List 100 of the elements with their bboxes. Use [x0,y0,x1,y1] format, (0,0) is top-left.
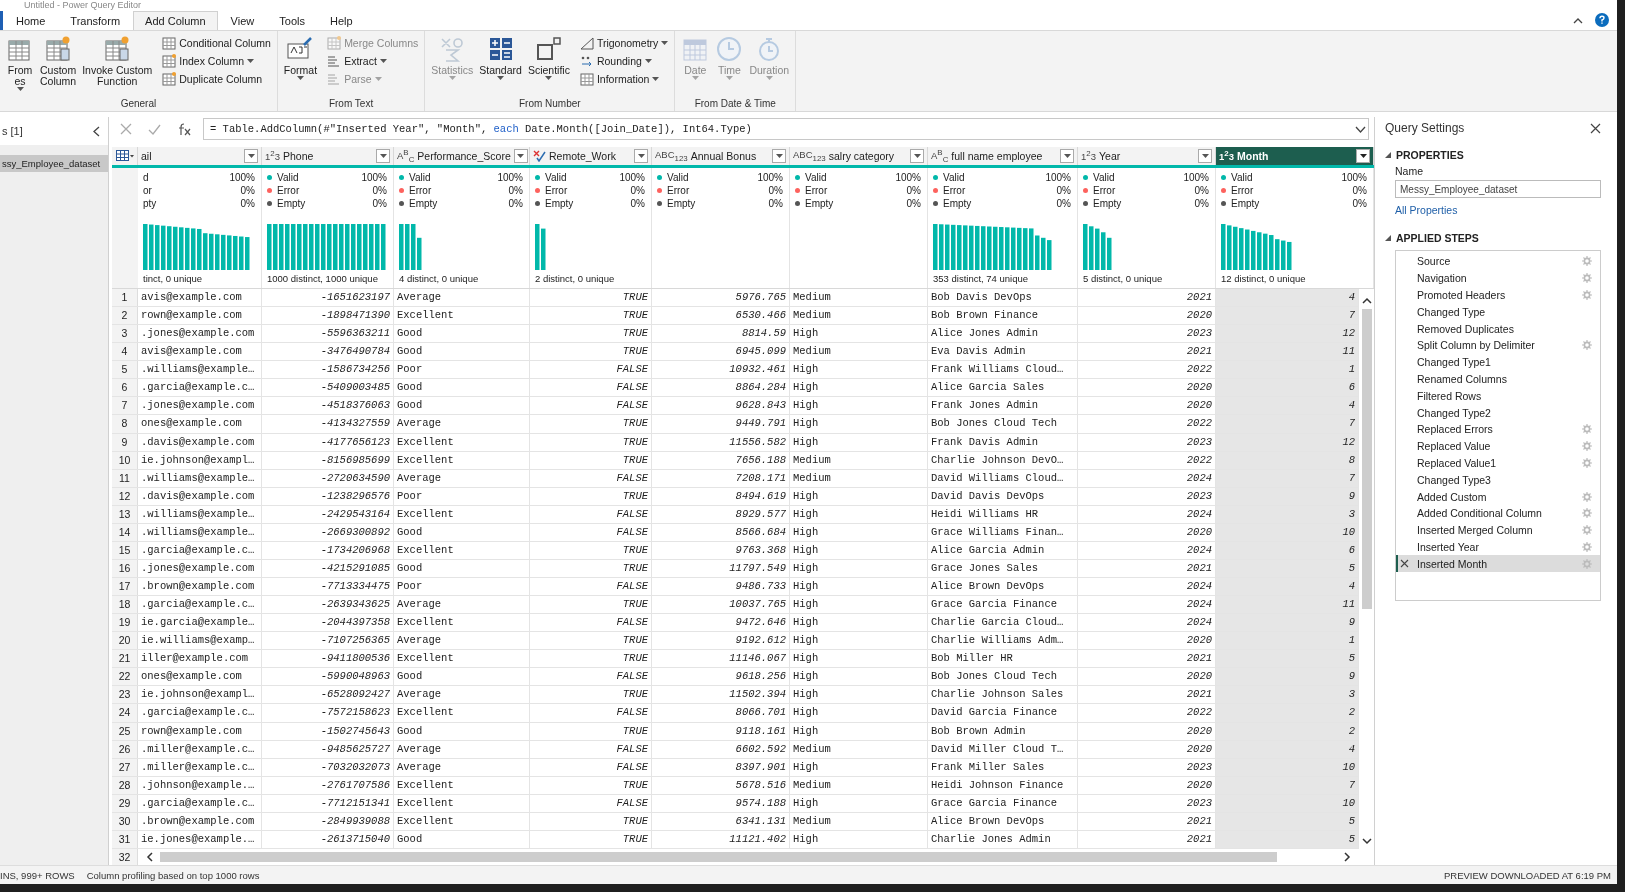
table-cell: -9411800536 [262,650,394,668]
table-cell: High [790,758,928,776]
applied-step[interactable]: Changed Type2 [1396,404,1600,421]
ribbon-button[interactable]: From es [4,35,36,98]
table-cell: 9449.791 [652,415,790,433]
table-cell: Medium [790,343,928,361]
applied-step[interactable]: Changed Type [1396,303,1600,321]
ribbon-tab[interactable]: Transform [58,11,133,30]
ribbon-button[interactable]: Invoke Custom Function [80,35,155,98]
ribbon-button[interactable]: Scientific [525,35,572,98]
applied-step[interactable]: Promoted Headers [1396,286,1600,304]
table-cell: 5678.516 [652,776,790,794]
table-cell: David Miller Cloud T… [928,740,1078,758]
table-cell: 4 [1216,578,1359,596]
stat-label: Valid [409,172,432,183]
row-number: 22 [112,668,138,686]
table-cell: .jones@example.com [138,397,262,415]
applied-step[interactable]: Changed Type3 [1396,471,1600,489]
formula-field[interactable]: = Table.AddColumn(#"Inserted Year", "Month", each Date.Month([Join_Date]), Int64.Type) [203,118,1369,140]
table-cell: .garcia@example.c… [138,596,262,614]
table-cell: Good [394,830,530,848]
applied-step[interactable]: Added Conditional Column [1396,504,1600,522]
table-cell: Frank Williams Cloud… [928,361,1078,379]
table-cell: .davis@example.com [138,487,262,505]
table-cell: FALSE [530,740,652,758]
ribbon-button[interactable]: Standard [477,35,524,98]
applied-step[interactable]: Split Column by Delimiter [1396,337,1600,354]
ribbon-button[interactable]: Conditional Column [160,35,273,51]
table-cell: .garcia@example.c… [138,704,262,722]
table-cell: Good [394,722,530,740]
row-number: 4 [112,343,138,361]
table-cell: TRUE [530,776,652,794]
applied-step[interactable]: Replaced Errors [1396,420,1600,438]
table-cell: High [790,704,928,722]
ribbon-tab[interactable]: View [218,11,267,30]
applied-step[interactable]: Inserted Month [1396,555,1600,573]
ribbon-tab[interactable]: Help [317,11,365,30]
table-cell: Charlie Johnson Sales [928,686,1078,704]
ribbon-button[interactable]: Rounding [577,53,671,69]
table-cell: Excellent [394,650,530,668]
applied-step[interactable]: Renamed Columns [1396,370,1600,388]
table-cell: avis@example.com [138,289,262,307]
ribbon-tab[interactable]: Tools [267,11,317,30]
table-cell: Good [394,668,530,686]
applied-step[interactable]: Changed Type1 [1396,353,1600,371]
applied-step[interactable]: Inserted Merged Column [1396,521,1600,539]
applied-step[interactable]: Replaced Value1 [1396,454,1600,472]
column-name: Phone [283,150,315,162]
all-properties-link[interactable]: All Properties [1395,204,1617,216]
applied-step[interactable]: Filtered Rows [1396,387,1600,405]
column-name: Performance_Score [417,150,511,162]
ribbon-button[interactable]: Extract [325,53,421,69]
table-cell: 12 [1216,325,1359,343]
table-cell: FALSE [530,469,652,487]
table-cell: 9486.733 [652,578,790,596]
table-cell: 4 [1216,397,1359,415]
stat-label: Empty [545,198,575,209]
table-cell: Excellent [394,794,530,812]
table-cell: FALSE [530,361,652,379]
applied-step[interactable]: Inserted Year [1396,538,1600,556]
column-name: Remote_Work [549,150,617,162]
applied-step[interactable]: Source [1396,253,1600,270]
stat-label: Error [1093,185,1117,196]
table-cell: Alice Brown DevOps [928,812,1078,830]
table-cell: TRUE [530,307,652,325]
ribbon-button[interactable]: Index Column [160,53,273,69]
applied-step[interactable]: Removed Duplicates [1396,320,1600,337]
ribbon-button[interactable]: Custom Column [38,35,79,98]
table-cell: Good [394,379,530,397]
name-field[interactable]: Messy_Employee_dataset [1395,180,1601,198]
table-cell: .williams@example… [138,469,262,487]
table-cell: rown@example.com [138,722,262,740]
stat-value: 0% [508,185,523,196]
distinct-count: tinct, 0 unique [143,273,204,284]
ribbon-button[interactable]: Duplicate Column [160,71,273,87]
table-cell: avis@example.com [138,343,262,361]
ribbon-button[interactable]: Trigonometry [577,35,671,51]
table-cell: High [790,487,928,505]
query-item[interactable]: ssy_Employee_dataset [0,155,108,172]
stat-value: 0% [240,185,255,196]
applied-step[interactable]: Replaced Value [1396,437,1600,455]
table-cell: .garcia@example.c… [138,794,262,812]
table-cell: .davis@example.com [138,433,262,451]
table-cell: Excellent [394,614,530,632]
applied-step[interactable]: Added Custom [1396,488,1600,505]
table-cell: ie.williams@examp… [138,632,262,650]
column-header[interactable]: 1$^{2}$3 Month [1216,147,1374,165]
table-cell: TRUE [530,451,652,469]
stat-label: Valid [667,172,690,183]
ribbon-tab[interactable]: Home [4,11,58,30]
ribbon-button[interactable]: Information [577,71,671,87]
stat-label: Empty [409,198,439,209]
applied-step[interactable]: Navigation [1396,269,1600,287]
ribbon-button[interactable]: Format [281,35,320,98]
table-cell: 9763.368 [652,541,790,559]
stat-label: Error [667,185,691,196]
stat-value: 0% [240,198,255,209]
table-cell: .jones@example.com [138,325,262,343]
ribbon-tab[interactable]: Add Column [133,11,218,30]
stat-label: or [143,185,153,196]
